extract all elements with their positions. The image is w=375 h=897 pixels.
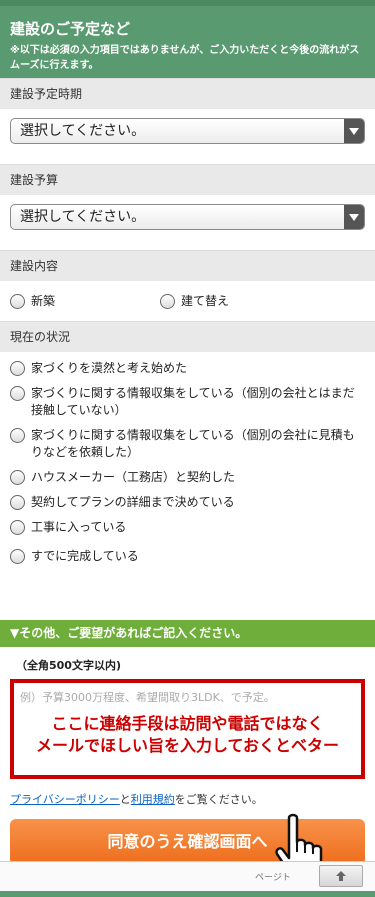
chevron-down-icon <box>344 119 364 143</box>
page-top-label: ページト <box>255 873 291 883</box>
radio-status-4[interactable]: ハウスメーカー（工務店）と契約した <box>10 469 365 486</box>
radio-label: 新築 <box>31 293 56 308</box>
budget-select-value: 選択してください。 <box>20 209 146 225</box>
footer-bar <box>0 891 375 897</box>
chevron-down-icon <box>344 205 364 229</box>
content-radio-group: 新築 建て替え <box>0 281 375 321</box>
page-footer: ページト <box>0 861 375 897</box>
annotation-line-2: メールでほしい旨を入力しておくとベター <box>35 736 340 755</box>
radio-label: 工事に入っている <box>31 520 127 534</box>
schedule-label: 建設予定時期 <box>0 78 375 109</box>
radio-circle[interactable] <box>10 470 25 485</box>
radio-label: 建て替え <box>181 293 230 308</box>
radio-circle[interactable] <box>10 428 25 443</box>
radio-circle[interactable] <box>10 495 25 510</box>
budget-label: 建設予算 <box>0 164 375 195</box>
request-heading: ▼その他、ご要望があればご記入ください。 <box>0 620 375 647</box>
radio-circle[interactable] <box>10 386 25 401</box>
radio-status-1[interactable]: 家づくりを漠然と考え始めた <box>10 360 365 377</box>
radio-label: 契約してプランの詳細まで決めている <box>31 495 235 509</box>
policy-and: と <box>119 793 131 806</box>
privacy-policy-link[interactable]: プライバシーポリシー <box>10 793 120 806</box>
terms-link[interactable]: 利用規約 <box>131 793 175 806</box>
annotation-overlay: ここに連絡手段は訪問や電話ではなく メールでほしい旨を入力しておくとベター <box>14 713 361 757</box>
section-title: 建設のご予定など <box>10 20 131 38</box>
request-textarea[interactable]: 例）予算3000万程度、希望間取り3LDK、で予定。 ここに連絡手段は訪問や電話… <box>10 679 365 779</box>
radio-label: 家づくりに関する情報収集をしている（個別の会社とはまだ接触していない） <box>31 386 355 417</box>
section-header: 建設のご予定など ※以下は必須の入力項目ではありませんが、ご入力いただくと今後の… <box>0 0 375 78</box>
status-radio-group: 家づくりを漠然と考え始めた 家づくりに関する情報収集をしている（個別の会社とはま… <box>0 352 375 620</box>
radio-rebuild[interactable]: 建て替え <box>160 293 310 310</box>
radio-status-3[interactable]: 家づくりに関する情報収集をしている（個別の会社に見積もりなどを依頼した） <box>10 427 365 461</box>
radio-status-2[interactable]: 家づくりに関する情報収集をしている（個別の会社とはまだ接触していない） <box>10 385 365 419</box>
section-note: ※以下は必須の入力項目ではありませんが、ご入力いただくと今後の流れがスムーズに行… <box>10 45 360 71</box>
annotation-line-1: ここに連絡手段は訪問や電話ではなく <box>51 714 324 733</box>
radio-circle[interactable] <box>10 549 25 564</box>
schedule-select-value: 選択してください。 <box>20 123 146 139</box>
arrow-up-icon <box>336 871 346 881</box>
budget-select[interactable]: 選択してください。 <box>10 204 365 230</box>
radio-label: すでに完成している <box>31 549 139 563</box>
radio-label: 家づくりを漠然と考え始めた <box>31 361 188 375</box>
radio-label: 家づくりに関する情報収集をしている（個別の会社に見積もりなどを依頼した） <box>31 428 355 459</box>
radio-circle[interactable] <box>10 520 25 535</box>
radio-status-5[interactable]: 契約してプランの詳細まで決めている <box>10 494 365 511</box>
status-label: 現在の状況 <box>0 321 375 352</box>
radio-new-build[interactable]: 新築 <box>10 293 160 310</box>
radio-circle[interactable] <box>10 293 25 309</box>
policy-suffix: をご覧ください。 <box>174 793 263 806</box>
radio-status-6[interactable]: 工事に入っている <box>10 519 365 536</box>
schedule-select-wrap: 選択してください。 <box>0 109 375 164</box>
radio-circle[interactable] <box>10 361 25 376</box>
schedule-select[interactable]: 選択してください。 <box>10 118 365 144</box>
page-top-button[interactable] <box>319 865 363 887</box>
request-limit-note: （全角500文字以内) <box>16 659 121 672</box>
radio-circle[interactable] <box>160 293 175 309</box>
request-placeholder: 例）予算3000万程度、希望間取り3LDK、で予定。 <box>20 691 275 704</box>
budget-select-wrap: 選択してください。 <box>0 195 375 250</box>
content-label: 建設内容 <box>0 250 375 281</box>
radio-label: ハウスメーカー（工務店）と契約した <box>31 470 236 484</box>
radio-status-7[interactable]: すでに完成している <box>10 548 365 565</box>
